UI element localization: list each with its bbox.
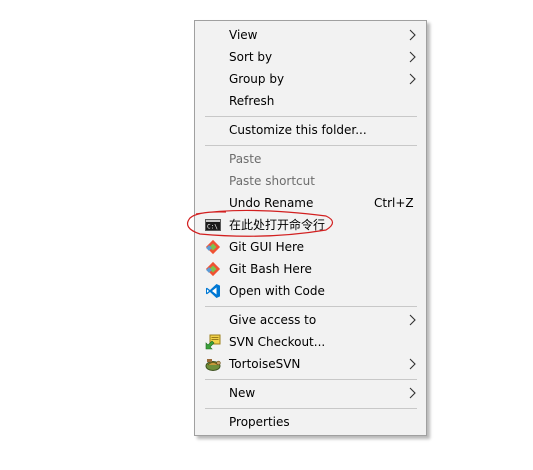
chevron-right-icon <box>409 387 416 399</box>
tortoisesvn-icon <box>205 359 221 371</box>
menu-item-label: TortoiseSVN <box>229 357 301 371</box>
menu-item-label: Customize this folder... <box>229 123 367 137</box>
menu-item-give-access-to[interactable]: Give access to <box>195 309 426 331</box>
menu-item-label: Properties <box>229 415 290 429</box>
menu-item-label: Git GUI Here <box>229 240 305 254</box>
menu-item-new[interactable]: New <box>195 382 426 404</box>
svg-text:C:\: C:\ <box>207 224 218 231</box>
menu-item-git-bash-here[interactable]: Git Bash Here <box>195 258 426 280</box>
menu-item-label: SVN Checkout... <box>229 335 326 349</box>
menu-item-label: Paste <box>229 152 262 166</box>
cmd-prompt-icon: C:\ <box>205 219 221 231</box>
vscode-icon <box>206 284 220 298</box>
menu-item-label: Sort by <box>229 50 273 64</box>
menu-item-sort-by[interactable]: Sort by <box>195 46 426 68</box>
chevron-right-icon <box>409 358 416 370</box>
menu-item-label: Undo Rename <box>229 196 314 210</box>
menu-item-label: Refresh <box>229 94 275 108</box>
menu-separator <box>205 306 417 307</box>
menu-item-svn-checkout[interactable]: SVN Checkout... <box>195 331 426 353</box>
menu-item-customize-folder[interactable]: Customize this folder... <box>195 119 426 141</box>
menu-item-label: Git Bash Here <box>229 262 312 276</box>
menu-item-open-command-prompt[interactable]: C:\ 在此处打开命令行 <box>195 214 426 236</box>
menu-item-paste: Paste <box>195 148 426 170</box>
chevron-right-icon <box>409 29 416 41</box>
menu-item-label: Paste shortcut <box>229 174 315 188</box>
menu-separator <box>205 145 417 146</box>
menu-item-paste-shortcut: Paste shortcut <box>195 170 426 192</box>
menu-item-undo-rename[interactable]: Undo Rename Ctrl+Z <box>195 192 426 214</box>
chevron-right-icon <box>409 51 416 63</box>
chevron-right-icon <box>409 314 416 326</box>
chevron-right-icon <box>409 73 416 85</box>
menu-item-properties[interactable]: Properties <box>195 411 426 433</box>
menu-separator <box>205 408 417 409</box>
menu-item-tortoisesvn[interactable]: TortoiseSVN <box>195 353 426 375</box>
menu-item-refresh[interactable]: Refresh <box>195 90 426 112</box>
svn-checkout-icon <box>205 334 221 350</box>
menu-item-shortcut: Ctrl+Z <box>374 196 414 210</box>
menu-item-group-by[interactable]: Group by <box>195 68 426 90</box>
menu-item-label: Group by <box>229 72 285 86</box>
menu-item-label: Open with Code <box>229 284 325 298</box>
context-menu: View Sort by Group by Refresh Customize … <box>194 20 427 436</box>
git-icon <box>205 239 221 255</box>
menu-item-label: Give access to <box>229 313 317 327</box>
menu-item-git-gui-here[interactable]: Git GUI Here <box>195 236 426 258</box>
menu-item-open-with-code[interactable]: Open with Code <box>195 280 426 302</box>
menu-item-view[interactable]: View <box>195 24 426 46</box>
menu-separator <box>205 116 417 117</box>
menu-item-label: View <box>229 28 258 42</box>
menu-item-label: New <box>229 386 256 400</box>
menu-item-label: 在此处打开命令行 <box>229 218 326 232</box>
git-icon <box>205 261 221 277</box>
menu-separator <box>205 379 417 380</box>
